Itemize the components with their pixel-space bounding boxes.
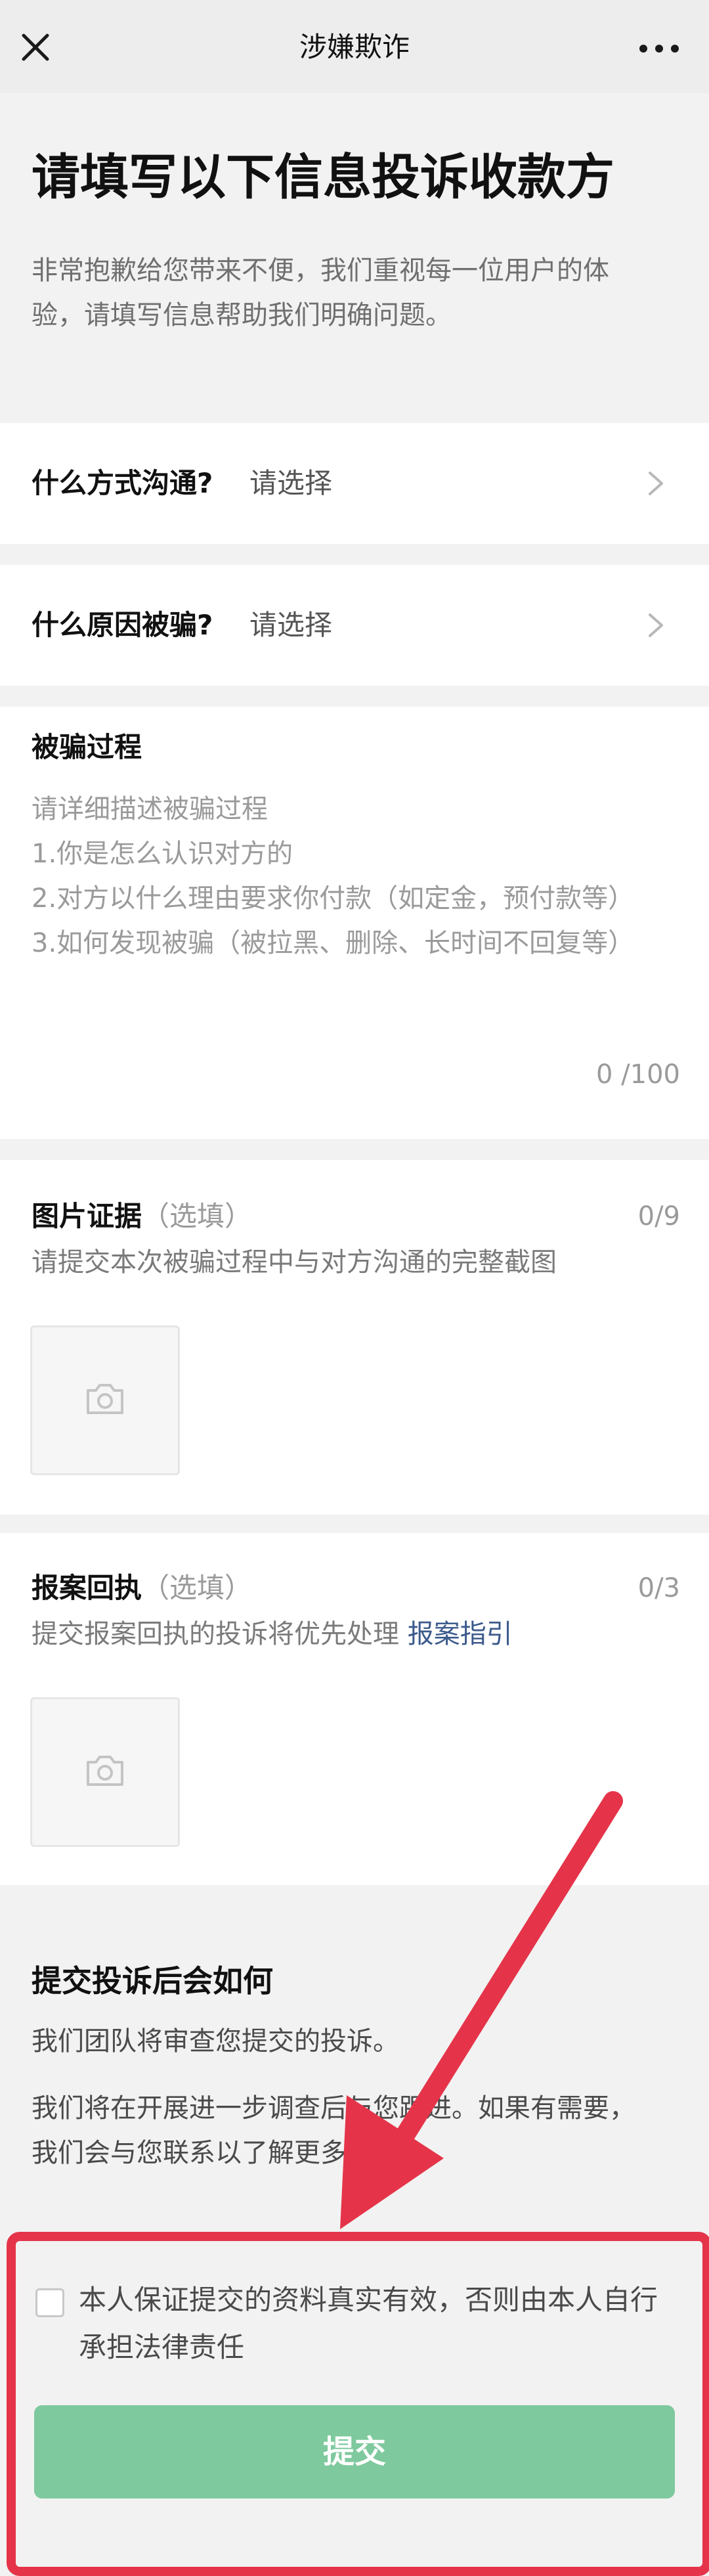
police-receipt-title-text: 报案回执 — [32, 1572, 142, 1604]
optional-tag: （选填） — [142, 1200, 253, 1232]
after-submit-para-2: 我们将在开展进一步调查后与您跟进。如果有需要， 我们会与您联系以了解更多信息 — [32, 2086, 675, 2175]
after-submit-para-1: 我们团队将审查您提交的投诉。 — [32, 2026, 399, 2056]
contact-method-row[interactable]: 什么方式沟通? 请选择 — [0, 423, 709, 544]
camera-icon — [87, 1384, 123, 1414]
fraud-process-section: 被骗过程 请详细描述被骗过程 1.你是怎么认识对方的 2.对方以什么理由要求你付… — [0, 707, 709, 1139]
report-guide-link[interactable]: 报案指引 — [408, 1619, 513, 1649]
fraud-reason-row[interactable]: 什么原因被骗? 请选择 — [0, 565, 709, 686]
nav-bar: 涉嫌欺诈 — [0, 0, 709, 93]
photo-evidence-title: 图片证据（选填） — [32, 1197, 252, 1236]
intro-line-1: 非常抱歉给您带来不便，我们重视每一位用户的体 — [32, 255, 609, 286]
fraud-process-title: 被骗过程 — [32, 731, 142, 763]
photo-upload-button[interactable] — [30, 1325, 180, 1475]
optional-tag: （选填） — [142, 1572, 253, 1604]
intro-line-2: 验，请填写信息帮助我们明确问题。 — [32, 300, 452, 330]
after-submit-title: 提交投诉后会如何 — [32, 1963, 273, 1999]
page-title: 请填写以下信息投诉收款方 — [32, 149, 614, 206]
after-submit-para-2-line-2: 我们会与您联系以了解更多信息 — [32, 2138, 399, 2168]
placeholder-line: 请详细描述被骗过程 — [32, 794, 268, 824]
more-icon[interactable] — [635, 37, 683, 60]
placeholder-line: 3.如何发现被骗（被拉黑、删除、长时间不回复等） — [32, 928, 635, 958]
char-counter: 0 /100 — [596, 1059, 680, 1090]
intro-text: 非常抱歉给您带来不便，我们重视每一位用户的体 验，请填写信息帮助我们明确问题。 — [32, 248, 662, 338]
placeholder-line: 1.你是怎么认识对方的 — [32, 839, 293, 869]
contact-method-value: 请选择 — [249, 467, 333, 499]
annotation-highlight-frame — [7, 2232, 709, 2576]
fraud-reason-label: 什么原因被骗? — [32, 609, 213, 641]
fraud-process-textarea[interactable]: 请详细描述被骗过程 1.你是怎么认识对方的 2.对方以什么理由要求你付款（如定金… — [32, 787, 688, 966]
police-receipt-description-text: 提交报案回执的投诉将优先处理 — [32, 1619, 408, 1649]
police-receipt-title: 报案回执（选填） — [32, 1568, 252, 1608]
police-receipt-description: 提交报案回执的投诉将优先处理 报案指引 — [32, 1614, 513, 1654]
receipt-counter: 0/3 — [637, 1573, 680, 1603]
photo-evidence-section: 图片证据（选填） 0/9 请提交本次被骗过程中与对方沟通的完整截图 — [0, 1160, 709, 1515]
receipt-upload-button[interactable] — [30, 1697, 180, 1847]
fraud-reason-value: 请选择 — [249, 609, 333, 641]
photo-evidence-title-text: 图片证据 — [32, 1200, 142, 1232]
chevron-right-icon — [649, 613, 663, 637]
camera-icon — [87, 1756, 123, 1786]
contact-method-label: 什么方式沟通? — [32, 467, 213, 499]
photo-evidence-description: 请提交本次被骗过程中与对方沟通的完整截图 — [32, 1247, 557, 1277]
after-submit-para-2-line-1: 我们将在开展进一步调查后与您跟进。如果有需要， — [32, 2093, 635, 2123]
chevron-right-icon — [649, 472, 663, 495]
placeholder-line: 2.对方以什么理由要求你付款（如定金，预付款等） — [32, 883, 635, 914]
nav-title: 涉嫌欺诈 — [299, 31, 410, 63]
police-receipt-section: 报案回执（选填） 0/3 提交报案回执的投诉将优先处理 报案指引 — [0, 1533, 709, 1885]
photo-counter: 0/9 — [637, 1201, 680, 1232]
